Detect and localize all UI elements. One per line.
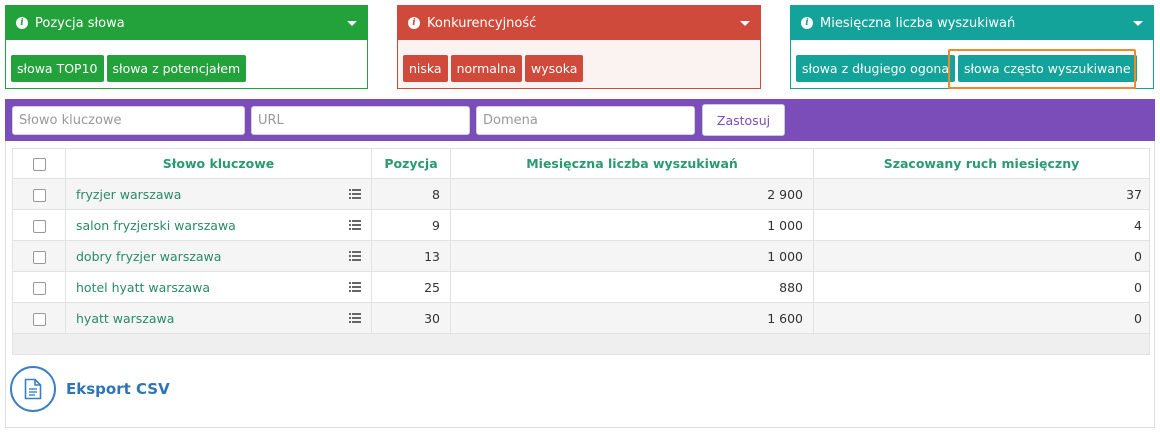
info-icon: i bbox=[408, 17, 420, 29]
chip-normal[interactable]: normalna bbox=[450, 55, 522, 82]
list-icon[interactable] bbox=[349, 313, 361, 323]
table-row: hyatt warszawa 30 1 600 0 bbox=[12, 302, 1150, 334]
select-all-cell bbox=[12, 148, 66, 179]
results-panel: Słowo kluczowe Pozycja Miesięczna liczba… bbox=[5, 141, 1155, 428]
list-icon[interactable] bbox=[349, 251, 361, 261]
list-icon[interactable] bbox=[349, 282, 361, 292]
table-row: hotel hyatt warszawa 25 880 0 bbox=[12, 271, 1150, 303]
list-icon[interactable] bbox=[349, 220, 361, 230]
chip-potential[interactable]: słowa z potencjałem bbox=[106, 55, 247, 82]
export-icon-circle[interactable] bbox=[10, 366, 56, 412]
header-keyword[interactable]: Słowo kluczowe bbox=[65, 148, 372, 179]
row-checkbox[interactable] bbox=[32, 312, 46, 326]
row-checkbox[interactable] bbox=[32, 188, 46, 202]
monthly-searches-cell: 880 bbox=[450, 271, 814, 303]
chip-high[interactable]: wysoka bbox=[524, 55, 584, 82]
caret-down-icon[interactable] bbox=[347, 21, 357, 26]
traffic-cell: 0 bbox=[813, 240, 1150, 272]
apply-button[interactable]: Zastosuj bbox=[702, 104, 785, 136]
position-cell: 8 bbox=[371, 178, 451, 210]
document-icon bbox=[24, 378, 42, 400]
row-checkbox[interactable] bbox=[32, 250, 46, 264]
traffic-cell: 4 bbox=[813, 209, 1150, 241]
header-position[interactable]: Pozycja bbox=[371, 148, 451, 179]
header-monthly-searches[interactable]: Miesięczna liczba wyszukiwań bbox=[450, 148, 814, 179]
keyword-link[interactable]: hotel hyatt warszawa bbox=[76, 280, 210, 295]
keyword-link[interactable]: fryzjer warszawa bbox=[76, 187, 181, 202]
table-row: fryzjer warszawa 8 2 900 37 bbox=[12, 178, 1150, 210]
position-cell: 13 bbox=[371, 240, 451, 272]
competition-filter-panel: i Konkurencyjność niska normalna wysoka bbox=[397, 5, 761, 89]
competition-panel-header[interactable]: i Konkurencyjność bbox=[398, 6, 760, 40]
select-all-checkbox[interactable] bbox=[32, 158, 46, 171]
info-icon: i bbox=[801, 17, 813, 29]
list-icon[interactable] bbox=[349, 189, 361, 199]
position-panel-title: Pozycja słowa bbox=[35, 15, 125, 31]
competition-panel-title: Konkurencyjność bbox=[427, 15, 537, 31]
traffic-cell: 0 bbox=[813, 271, 1150, 303]
row-checkbox[interactable] bbox=[32, 281, 46, 295]
chip-frequent[interactable]: słowa często wyszukiwane bbox=[957, 55, 1137, 82]
monthly-searches-cell: 1 000 bbox=[450, 240, 814, 272]
table-row: dobry fryzjer warszawa 13 1 000 0 bbox=[12, 240, 1150, 272]
table-row: salon fryzjerski warszawa 9 1 000 4 bbox=[12, 209, 1150, 241]
monthly-searches-panel-header[interactable]: i Miesięczna liczba wyszukiwań bbox=[791, 6, 1153, 40]
keyword-input[interactable] bbox=[12, 105, 245, 135]
keyword-link[interactable]: salon fryzjerski warszawa bbox=[76, 218, 236, 233]
position-cell: 30 bbox=[371, 302, 451, 334]
keyword-link[interactable]: dobry fryzjer warszawa bbox=[76, 249, 221, 264]
caret-down-icon[interactable] bbox=[740, 21, 750, 26]
filter-bar: Zastosuj bbox=[5, 99, 1155, 141]
traffic-cell: 37 bbox=[813, 178, 1150, 210]
monthly-searches-cell: 2 900 bbox=[450, 178, 814, 210]
keyword-link[interactable]: hyatt warszawa bbox=[76, 311, 174, 326]
monthly-searches-cell: 1 600 bbox=[450, 302, 814, 334]
keywords-table: Słowo kluczowe Pozycja Miesięczna liczba… bbox=[12, 148, 1150, 334]
url-input[interactable] bbox=[251, 105, 470, 135]
monthly-searches-filter-panel: i Miesięczna liczba wyszukiwań słowa z d… bbox=[790, 5, 1154, 89]
chip-long-tail[interactable]: słowa z długiego ogona bbox=[796, 55, 955, 82]
position-cell: 9 bbox=[371, 209, 451, 241]
caret-down-icon[interactable] bbox=[1133, 21, 1143, 26]
position-cell: 25 bbox=[371, 271, 451, 303]
info-icon: i bbox=[16, 17, 28, 29]
export-csv-button[interactable]: Eksport CSV bbox=[10, 366, 170, 412]
position-panel-header[interactable]: i Pozycja słowa bbox=[6, 6, 367, 40]
export-csv-label[interactable]: Eksport CSV bbox=[66, 380, 170, 398]
domain-input[interactable] bbox=[476, 105, 695, 135]
table-footer bbox=[12, 333, 1150, 355]
position-filter-panel: i Pozycja słowa słowa TOP10 słowa z pote… bbox=[5, 5, 368, 89]
traffic-cell: 0 bbox=[813, 302, 1150, 334]
chip-low[interactable]: niska bbox=[403, 55, 448, 82]
monthly-searches-panel-title: Miesięczna liczba wyszukiwań bbox=[820, 15, 1016, 31]
monthly-searches-cell: 1 000 bbox=[450, 209, 814, 241]
row-checkbox[interactable] bbox=[32, 219, 46, 233]
header-traffic[interactable]: Szacowany ruch miesięczny bbox=[813, 148, 1150, 179]
chip-top10[interactable]: słowa TOP10 bbox=[11, 55, 104, 82]
